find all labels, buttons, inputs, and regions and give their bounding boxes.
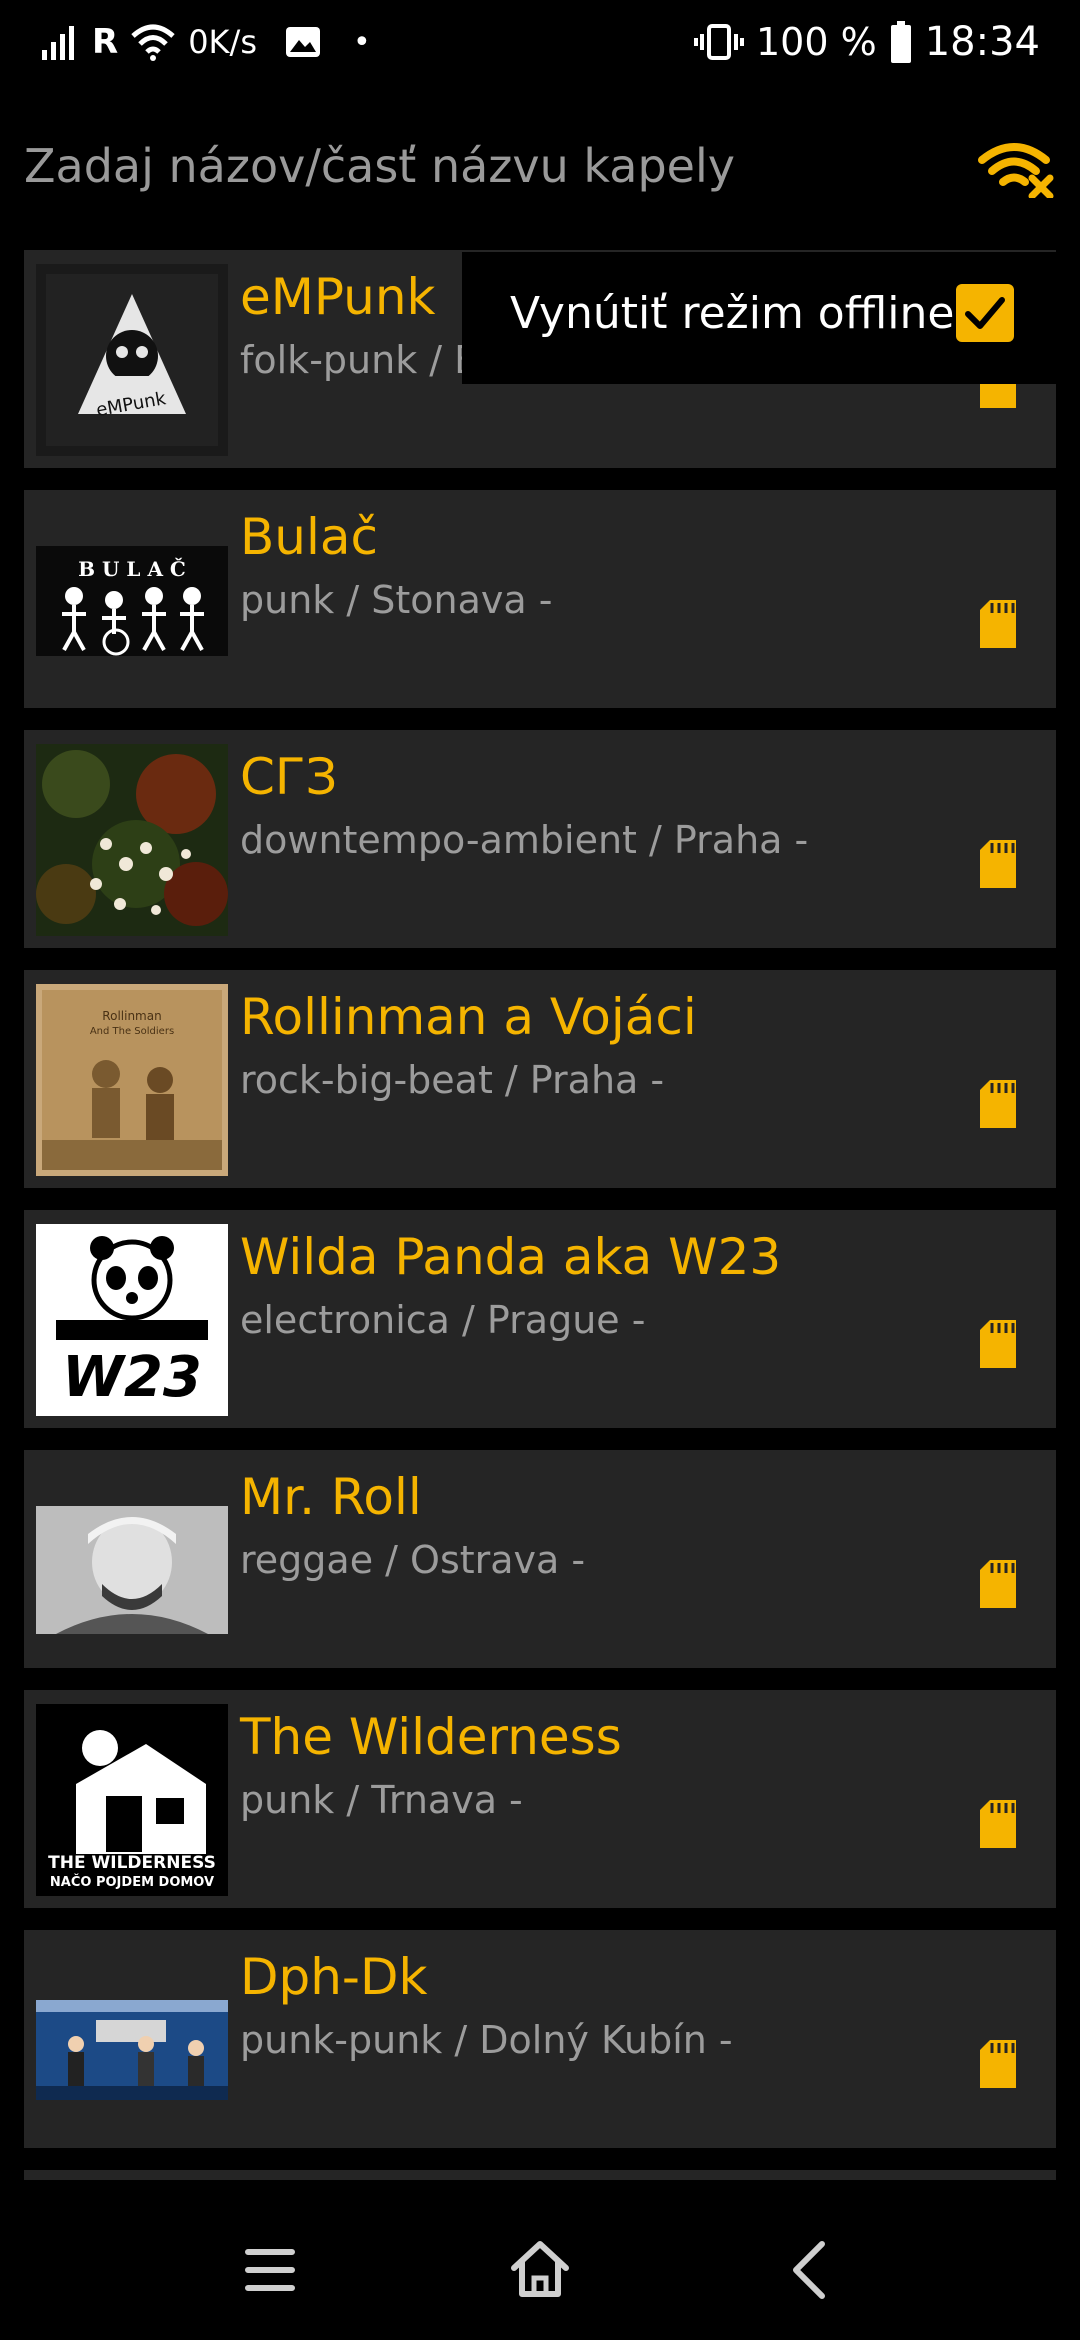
nav-menu-button[interactable]	[230, 2230, 310, 2310]
band-name: Bulač	[240, 508, 379, 566]
signal-label: R	[92, 22, 119, 62]
band-list-item[interactable]: Dph-Dk punk-punk / Dolný Kubín -	[24, 1930, 1056, 2148]
options-popup-menu: Vynútiť režim offline	[462, 252, 1080, 384]
checkmark-icon	[965, 297, 1005, 329]
sd-card-icon	[980, 2040, 1016, 2088]
band-thumbnail	[36, 1944, 228, 2136]
wifi-icon	[131, 24, 175, 61]
notification-dot: •	[352, 24, 371, 60]
band-thumbnail: THE WILDERNESS NAČO POJDEM DOMOV	[36, 1704, 228, 1896]
band-thumbnail: Rollinman And The Soldiers	[36, 984, 228, 1176]
svg-text:Rollinman: Rollinman	[102, 1009, 161, 1023]
back-icon	[793, 2241, 825, 2299]
home-icon	[511, 2241, 569, 2297]
sd-card-icon	[980, 1800, 1016, 1848]
sd-card-icon	[980, 600, 1016, 648]
net-speed: 0K/s	[188, 23, 257, 61]
band-list-item[interactable]: СГЗ downtempo-ambient / Praha -	[24, 730, 1056, 948]
wifi-off-icon	[978, 143, 1054, 200]
band-list-item[interactable]: Rollinman And The Soldiers Rollinman a V…	[24, 970, 1056, 1188]
band-name: The Wilderness	[240, 1708, 622, 1766]
status-right: 100 % 18:34	[694, 14, 1040, 70]
sd-card-icon	[980, 1320, 1016, 1368]
signal-icon	[42, 26, 74, 60]
offline-toggle-button[interactable]	[976, 138, 1056, 200]
status-left: R 0K/s •	[40, 14, 371, 70]
band-info: downtempo-ambient / Praha -	[240, 818, 809, 862]
band-thumbnail: W23	[36, 1224, 228, 1416]
svg-text:W23: W23	[62, 1345, 202, 1410]
band-list-item[interactable]: W23 Wilda Panda aka W23 electronica / Pr…	[24, 1210, 1056, 1428]
band-info: rock-big-beat / Praha -	[240, 1058, 665, 1102]
band-info: punk-punk / Dolný Kubín -	[240, 2018, 733, 2062]
svg-text:And The Soldiers: And The Soldiers	[90, 1026, 174, 1037]
app-screen: R 0K/s • 100 % 18:34 Zadaj názov/časť ná…	[0, 0, 1080, 2340]
vibrate-icon	[694, 24, 744, 60]
image-icon	[285, 27, 320, 57]
force-offline-checkbox[interactable]	[956, 284, 1014, 342]
band-thumbnail: eMPunk	[36, 264, 228, 456]
battery-icon	[890, 21, 911, 63]
sd-card-icon	[980, 840, 1016, 888]
sd-card-icon	[980, 1560, 1016, 1608]
band-name: Dph-Dk	[240, 1948, 428, 2006]
band-name: СГЗ	[240, 748, 338, 806]
band-list-item[interactable]: B U L A Č Bulač punk / Stonava -	[24, 490, 1056, 708]
band-thumbnail	[36, 1464, 228, 1656]
band-thumbnail	[36, 744, 228, 936]
band-list-item[interactable]: THE WILDERNESS NAČO POJDEM DOMOV The Wil…	[24, 1690, 1056, 1908]
band-list: eMPunk eMPunk folk-punk / Bratislava - B…	[24, 250, 1056, 2180]
system-nav-bar	[0, 2190, 1080, 2340]
search-input[interactable]	[24, 120, 944, 212]
menu-icon	[245, 2249, 295, 2291]
band-name: Wilda Panda aka W23	[240, 1228, 782, 1286]
band-info: reggae / Ostrava -	[240, 1538, 586, 1582]
nav-home-button[interactable]	[500, 2230, 580, 2310]
sd-card-icon	[980, 1080, 1016, 1128]
force-offline-label[interactable]: Vynútiť režim offline	[510, 288, 954, 339]
band-thumbnail: B U L A Č	[36, 504, 228, 696]
band-list-item[interactable]	[24, 2170, 1056, 2180]
status-time: 18:34	[924, 19, 1040, 65]
status-bar: R 0K/s • 100 % 18:34	[0, 0, 1080, 84]
band-info: punk / Trnava -	[240, 1778, 523, 1822]
band-name: Rollinman a Vojáci	[240, 988, 697, 1046]
nav-back-button[interactable]	[770, 2230, 850, 2310]
svg-text:B U L A Č: B U L A Č	[78, 556, 186, 581]
battery-percent: 100 %	[756, 20, 877, 64]
svg-text:THE WILDERNESS: THE WILDERNESS	[48, 1853, 216, 1873]
band-name: eMPunk	[240, 268, 436, 326]
svg-text:NAČO POJDEM DOMOV: NAČO POJDEM DOMOV	[50, 1874, 214, 1890]
search-bar	[24, 120, 1056, 212]
band-info: punk / Stonava -	[240, 578, 553, 622]
band-info: electronica / Prague -	[240, 1298, 646, 1342]
band-list-item[interactable]: Mr. Roll reggae / Ostrava -	[24, 1450, 1056, 1668]
band-name: Mr. Roll	[240, 1468, 422, 1526]
